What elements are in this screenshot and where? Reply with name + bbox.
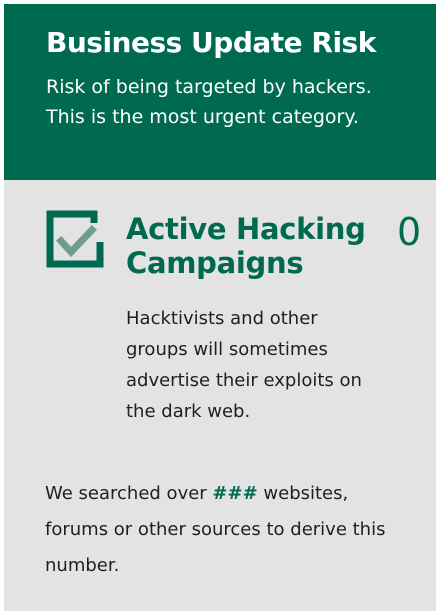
- footnote: We searched over ### websites, forums or…: [45, 476, 417, 584]
- footnote-prefix: We searched over: [45, 483, 213, 504]
- metric-description: Hacktivists and other groups will someti…: [126, 308, 362, 422]
- risk-card: Business Update Risk Risk of being targe…: [4, 4, 436, 611]
- footnote-count-placeholder: ###: [212, 483, 258, 504]
- card-header: Business Update Risk Risk of being targe…: [4, 4, 436, 180]
- card-title: Business Update Risk: [46, 26, 376, 59]
- metric-count: 0: [397, 210, 422, 254]
- check-box-icon: [46, 210, 104, 268]
- card-description: Risk of being targeted by hackers. This …: [46, 76, 372, 128]
- metric-title: Active Hacking Campaigns: [126, 212, 366, 280]
